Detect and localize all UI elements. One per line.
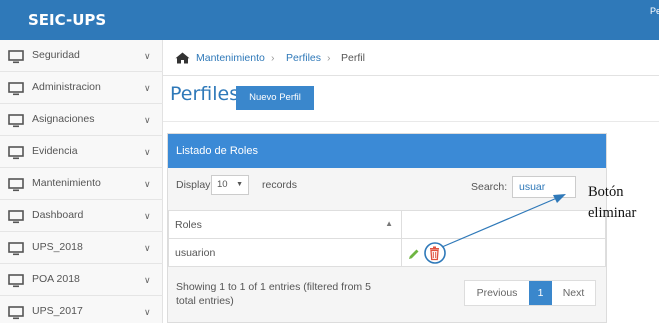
length-label: Display — [176, 179, 211, 191]
sidebar-item-label: UPS_2017 — [32, 305, 83, 317]
sidebar-item-label: Evidencia — [32, 145, 78, 157]
new-profile-button[interactable]: Nuevo Perfil — [236, 86, 314, 110]
sidebar-item-label: Administracion — [32, 81, 101, 93]
monitor-icon — [8, 210, 24, 224]
records-per-page-select[interactable]: 10 ▼ — [211, 175, 249, 195]
breadcrumb-perfiles[interactable]: Perfiles — [286, 52, 321, 64]
sidebar: Seguridad ∨ Administracion ∨ Asignacione… — [0, 40, 163, 323]
divider — [163, 121, 659, 122]
sidebar-item-evidencia[interactable]: Evidencia ∨ — [0, 136, 163, 168]
role-cell: usuarion — [168, 238, 402, 267]
sidebar-item-label: Dashboard — [32, 209, 84, 221]
monitor-icon — [8, 82, 24, 96]
sidebar-item-label: UPS_2018 — [32, 241, 83, 253]
roles-panel: Listado de Roles Display 10 ▼ records Se… — [167, 133, 607, 323]
sidebar-item-label: POA 2018 — [32, 273, 80, 285]
column-header-roles[interactable]: Roles ▲ — [168, 210, 402, 239]
length-suffix: records — [262, 179, 298, 191]
monitor-icon — [8, 242, 24, 256]
column-header-label: Roles — [175, 218, 202, 231]
panel-title: Listado de Roles — [176, 145, 258, 157]
breadcrumb-mantenimiento[interactable]: Mantenimiento — [196, 52, 265, 64]
pagination: Previous 1 Next — [464, 280, 596, 306]
monitor-icon — [8, 146, 24, 160]
search-input[interactable] — [512, 176, 576, 198]
delete-trash-icon[interactable] — [427, 246, 442, 261]
sidebar-item-label: Seguridad — [32, 49, 80, 61]
sidebar-item-dashboard[interactable]: Dashboard ∨ — [0, 200, 163, 232]
top-navbar: SEIC-UPS Pe 20 — [0, 0, 659, 40]
breadcrumb-separator: › — [327, 52, 331, 64]
records-per-page-value: 10 — [217, 179, 228, 190]
chevron-down-icon: ∨ — [144, 51, 151, 61]
next-page-button[interactable]: Next — [552, 281, 595, 305]
page-title: Perfiles — [170, 83, 240, 105]
sidebar-item-poa-2018[interactable]: POA 2018 ∨ — [0, 264, 163, 296]
row-actions — [406, 240, 452, 266]
roles-table: Roles ▲ usuarion — [168, 210, 606, 267]
monitor-icon — [8, 274, 24, 288]
caret-down-icon: ▼ — [236, 181, 243, 188]
edit-pencil-icon[interactable] — [408, 248, 420, 260]
chevron-down-icon: ∨ — [144, 147, 151, 157]
app-brand[interactable]: SEIC-UPS — [28, 11, 106, 29]
annotation-label-line1: Botón — [588, 184, 624, 200]
sidebar-item-asignaciones[interactable]: Asignaciones ∨ — [0, 104, 163, 136]
monitor-icon — [8, 306, 24, 320]
sidebar-item-label: Mantenimiento — [32, 177, 101, 189]
page-1-button[interactable]: 1 — [529, 281, 552, 305]
monitor-icon — [8, 50, 24, 64]
sidebar-item-label: Asignaciones — [32, 113, 95, 125]
panel-header: Listado de Roles — [168, 134, 606, 168]
chevron-down-icon: ∨ — [144, 211, 151, 221]
chevron-down-icon: ∨ — [144, 83, 151, 93]
chevron-down-icon: ∨ — [144, 243, 151, 253]
home-icon[interactable] — [175, 52, 190, 64]
column-header-actions — [401, 210, 606, 239]
chevron-down-icon: ∨ — [144, 307, 151, 317]
sidebar-item-administracion[interactable]: Administracion ∨ — [0, 72, 163, 104]
sidebar-item-ups-2018[interactable]: UPS_2018 ∨ — [0, 232, 163, 264]
chevron-down-icon: ∨ — [144, 179, 151, 189]
breadcrumb: Mantenimiento › Perfiles › Perfil — [163, 40, 659, 76]
sidebar-item-mantenimiento[interactable]: Mantenimiento ∨ — [0, 168, 163, 200]
annotation-label-line2: eliminar — [588, 205, 637, 221]
table-header-row: Roles ▲ — [168, 210, 606, 239]
sidebar-item-ups-2017[interactable]: UPS_2017 ∨ — [0, 296, 163, 323]
table-info: Showing 1 to 1 of 1 entries (filtered fr… — [176, 281, 371, 307]
sort-icon[interactable]: ▲ — [385, 219, 393, 228]
user-info[interactable]: Pe 20 — [650, 6, 659, 17]
monitor-icon — [8, 178, 24, 192]
previous-page-button[interactable]: Previous — [465, 281, 529, 305]
chevron-down-icon: ∨ — [144, 275, 151, 285]
breadcrumb-separator: › — [271, 52, 275, 64]
search-label: Search: — [471, 181, 508, 193]
chevron-down-icon: ∨ — [144, 115, 151, 125]
monitor-icon — [8, 114, 24, 128]
sidebar-item-seguridad[interactable]: Seguridad ∨ — [0, 40, 163, 72]
table-row: usuarion — [168, 238, 606, 267]
breadcrumb-perfil: Perfil — [341, 52, 365, 64]
